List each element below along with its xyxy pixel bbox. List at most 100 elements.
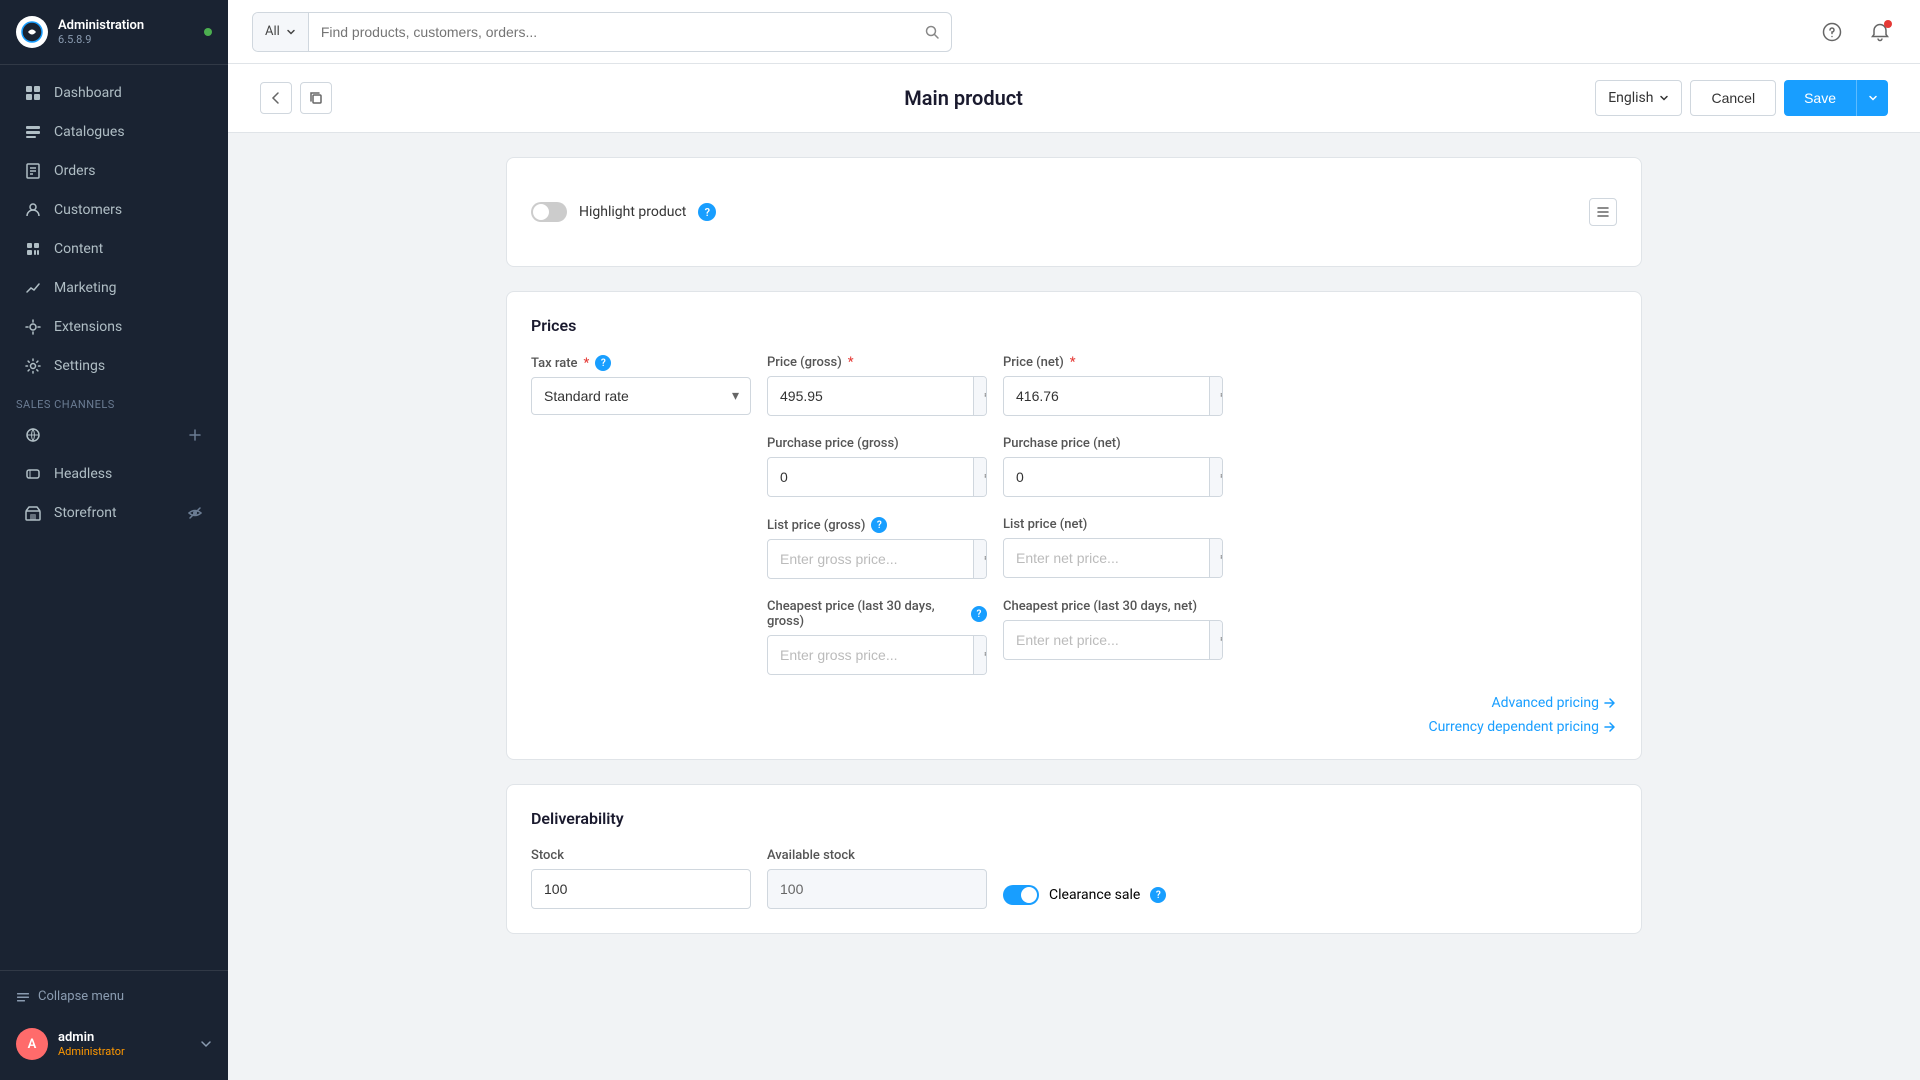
sidebar-item-label: Content	[54, 241, 103, 257]
list-price-net-group: List price (net) €	[1003, 517, 1223, 579]
sidebar-item-storefront[interactable]: Storefront	[8, 494, 220, 532]
notifications-button[interactable]	[1864, 16, 1896, 48]
user-menu-button[interactable]	[200, 1038, 212, 1050]
purchase-gross-currency: €	[973, 458, 987, 496]
sidebar-section-sales-channels	[8, 416, 220, 454]
prices-row-3: List price (gross) ? € List price (n	[531, 517, 1617, 579]
sidebar-item-label: Settings	[54, 358, 105, 374]
collapse-menu-label: Collapse menu	[38, 989, 124, 1004]
language-selector[interactable]: English	[1595, 80, 1682, 116]
list-price-net-input-wrapper: €	[1003, 538, 1223, 578]
main-content: All	[228, 0, 1920, 1080]
sidebar-item-label: Dashboard	[54, 85, 122, 101]
available-stock-label: Available stock	[767, 848, 987, 863]
user-info: admin Administrator	[58, 1030, 190, 1058]
list-price-gross-input[interactable]	[768, 540, 973, 578]
search-type-selector[interactable]: All	[253, 13, 309, 51]
sales-channels-label: Sales Channels	[0, 386, 228, 415]
list-price-gross-group: List price (gross) ? €	[767, 517, 987, 579]
highlight-product-label: Highlight product	[579, 204, 686, 220]
sidebar-item-orders[interactable]: Orders	[8, 152, 220, 190]
cheapest-gross-group: Cheapest price (last 30 days, gross) ? €	[767, 599, 987, 675]
currency-pricing-link[interactable]: Currency dependent pricing	[1428, 719, 1617, 735]
highlight-info-icon[interactable]: ?	[698, 203, 716, 221]
advanced-pricing-link[interactable]: Advanced pricing	[1491, 695, 1617, 711]
price-net-label: Price (net) *	[1003, 355, 1223, 370]
price-gross-input[interactable]	[768, 377, 973, 415]
sidebar-item-label: Marketing	[54, 280, 117, 296]
sidebar-item-content[interactable]: Content	[8, 230, 220, 268]
sidebar-item-headless[interactable]: Headless	[8, 455, 220, 493]
cheapest-net-input[interactable]	[1004, 621, 1209, 659]
sidebar-item-dashboard[interactable]: Dashboard	[8, 74, 220, 112]
sidebar-item-extensions[interactable]: Extensions	[8, 308, 220, 346]
sidebar-item-label: Customers	[54, 202, 122, 218]
sidebar-item-customers[interactable]: Customers	[8, 191, 220, 229]
orders-icon	[24, 162, 42, 180]
purchase-gross-input[interactable]	[768, 458, 973, 496]
duplicate-button[interactable]	[300, 82, 332, 114]
search-input[interactable]	[309, 13, 913, 51]
topbar: All	[228, 0, 1920, 64]
sidebar-item-settings[interactable]: Settings	[8, 347, 220, 385]
sidebar-header: Administration 6.5.8.9	[0, 0, 228, 65]
prices-title: Prices	[531, 316, 1617, 335]
user-name: admin	[58, 1030, 190, 1045]
deliverability-title: Deliverability	[531, 809, 1617, 828]
search-button[interactable]	[913, 13, 951, 51]
list-price-info-icon[interactable]: ?	[871, 517, 887, 533]
highlight-product-toggle[interactable]	[531, 202, 567, 222]
header-nav	[260, 82, 332, 114]
storefront-visibility-toggle[interactable]	[186, 504, 204, 522]
stock-input-wrapper	[531, 869, 751, 909]
clearance-sale-label: Clearance sale	[1049, 887, 1140, 903]
page-body: Highlight product ? Prices Tax rate *	[474, 133, 1674, 982]
add-sales-channel-button[interactable]	[186, 426, 204, 444]
highlight-card: Highlight product ?	[506, 157, 1642, 267]
cancel-button[interactable]: Cancel	[1690, 80, 1776, 116]
app-version: 6.5.8.9	[58, 33, 144, 46]
list-price-net-currency: €	[1209, 539, 1223, 577]
sidebar-item-label: Headless	[54, 466, 112, 482]
sidebar-item-label: Orders	[54, 163, 96, 179]
save-dropdown-button[interactable]	[1856, 80, 1888, 116]
purchase-net-input[interactable]	[1004, 458, 1209, 496]
highlight-product-row: Highlight product ?	[531, 182, 1617, 242]
cheapest-gross-input[interactable]	[768, 636, 973, 674]
tax-rate-info-icon[interactable]: ?	[595, 355, 611, 371]
tax-rate-required: *	[584, 356, 590, 371]
clearance-sale-group: Clearance sale ?	[1003, 885, 1166, 909]
cheapest-net-input-wrapper: €	[1003, 620, 1223, 660]
dashboard-icon	[24, 84, 42, 102]
sidebar-item-marketing[interactable]: Marketing	[8, 269, 220, 307]
customers-icon	[24, 201, 42, 219]
clearance-sale-toggle[interactable]	[1003, 885, 1039, 905]
help-button[interactable]	[1816, 16, 1848, 48]
back-button[interactable]	[260, 82, 292, 114]
deliverability-card: Deliverability Stock Available stock	[506, 784, 1642, 934]
sales-channels-icon	[24, 426, 42, 444]
save-button[interactable]: Save	[1784, 80, 1856, 116]
price-gross-group: Price (gross) * €	[767, 355, 987, 416]
deliverability-row: Stock Available stock	[531, 848, 1617, 909]
collapse-menu-button[interactable]: Collapse menu	[16, 983, 212, 1010]
user-role: Administrator	[58, 1045, 190, 1058]
price-net-input[interactable]	[1004, 377, 1209, 415]
cheapest-net-currency: €	[1209, 621, 1223, 659]
list-price-gross-input-wrapper: €	[767, 539, 987, 579]
page-title: Main product	[348, 86, 1579, 110]
search-type-label: All	[265, 24, 280, 39]
storefront-label: Storefront	[54, 505, 117, 521]
available-stock-input[interactable]	[768, 870, 986, 908]
sidebar-item-catalogues[interactable]: Catalogues	[8, 113, 220, 151]
cheapest-net-group: Cheapest price (last 30 days, net) €	[1003, 599, 1223, 675]
list-price-net-input[interactable]	[1004, 539, 1209, 577]
stock-input[interactable]	[532, 870, 750, 908]
cheapest-info-icon[interactable]: ?	[971, 606, 987, 622]
tax-rate-select[interactable]: Standard rate	[531, 377, 751, 415]
sidebar-item-label: Catalogues	[54, 124, 125, 140]
list-view-icon[interactable]	[1589, 198, 1617, 226]
content-icon	[24, 240, 42, 258]
app-name: Administration	[58, 18, 144, 34]
clearance-sale-info-icon[interactable]: ?	[1150, 887, 1166, 903]
